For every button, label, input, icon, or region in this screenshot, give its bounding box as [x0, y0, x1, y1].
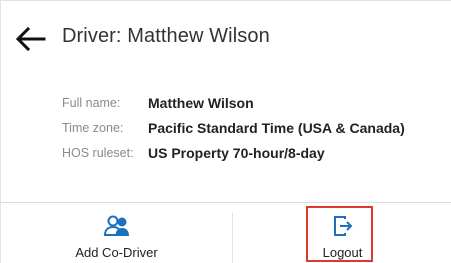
add-co-driver-button[interactable]: Add Co-Driver — [1, 202, 232, 263]
detail-label: Full name: — [62, 96, 121, 110]
back-button[interactable] — [14, 26, 46, 52]
driver-panel: Driver: Matthew Wilson Full name: Matthe… — [0, 0, 451, 263]
detail-value: Matthew Wilson — [148, 95, 254, 111]
page-title: Driver: Matthew Wilson — [62, 25, 270, 47]
detail-label: Time zone: — [62, 121, 124, 135]
detail-label: HOS ruleset: — [62, 146, 134, 160]
detail-value: Pacific Standard Time (USA & Canada) — [148, 120, 405, 136]
add-co-driver-label: Add Co-Driver — [75, 245, 158, 260]
logout-label: Logout — [322, 245, 363, 260]
arrow-left-icon — [15, 26, 46, 52]
header: Driver: Matthew Wilson — [1, 1, 451, 73]
add-user-icon — [102, 213, 132, 239]
logout-button[interactable]: Logout — [233, 202, 451, 263]
detail-row-full-name: Full name: Matthew Wilson — [62, 92, 405, 114]
detail-value: US Property 70-hour/8-day — [148, 145, 325, 161]
detail-row-time-zone: Time zone: Pacific Standard Time (USA & … — [62, 117, 405, 139]
logout-icon — [332, 213, 354, 239]
detail-row-hos-ruleset: HOS ruleset: US Property 70-hour/8-day — [62, 142, 405, 164]
driver-details: Full name: Matthew Wilson Time zone: Pac… — [62, 92, 405, 167]
